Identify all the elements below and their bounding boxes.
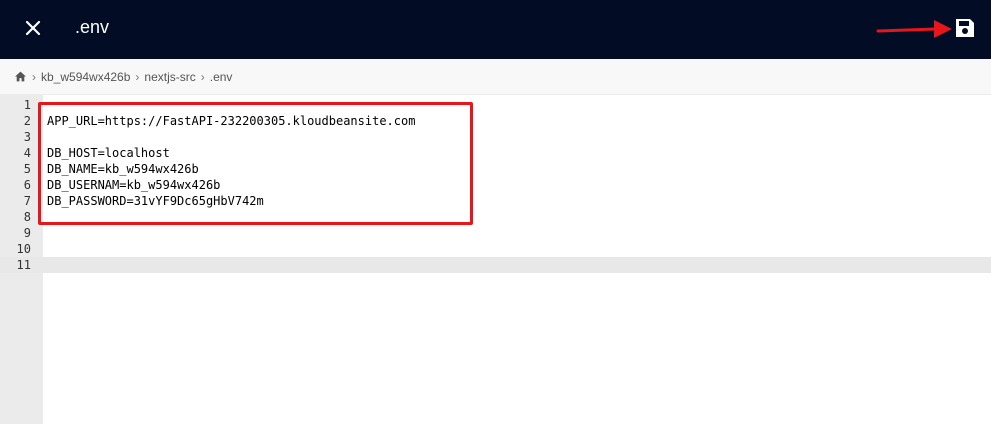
line-content[interactable]: DB_NAME=kb_w594wx426b bbox=[47, 161, 199, 177]
line-number: 2 bbox=[23, 114, 31, 128]
line-number: 3 bbox=[23, 130, 31, 144]
editor-line[interactable]: 2 APP_URL=https://FastAPI-232200305.kloud… bbox=[0, 113, 991, 129]
breadcrumb-item-file[interactable]: .env bbox=[210, 70, 233, 84]
breadcrumb-item-folder[interactable]: nextjs-src bbox=[144, 70, 195, 84]
line-content[interactable]: DB_USERNAM=kb_w594wx426b bbox=[47, 177, 220, 193]
editor-line[interactable]: 7 DB_PASSWORD=31vYF9Dc65gHbV742m bbox=[0, 193, 991, 209]
line-number: 7 bbox=[23, 194, 31, 208]
code-editor[interactable]: 1 2 APP_URL=https://FastAPI-232200305.klou… bbox=[0, 95, 991, 424]
line-number: 8 bbox=[23, 210, 31, 224]
editor-line[interactable]: 6 DB_USERNAM=kb_w594wx426b bbox=[0, 177, 991, 193]
line-number: 5 bbox=[23, 162, 31, 176]
home-button[interactable] bbox=[14, 70, 27, 83]
editor-line[interactable]: 11 bbox=[0, 257, 991, 273]
line-content[interactable]: DB_HOST=localhost bbox=[47, 145, 170, 161]
breadcrumb: › kb_w594wx426b › nextjs-src › .env bbox=[0, 59, 991, 95]
editor-line[interactable]: 8 bbox=[0, 209, 991, 225]
editor-header: .env bbox=[0, 0, 991, 59]
floppy-disk-icon bbox=[956, 19, 974, 37]
file-title: .env bbox=[75, 17, 110, 37]
line-number: 10 bbox=[16, 242, 31, 256]
arrow-pointer-icon bbox=[876, 20, 952, 38]
line-content[interactable]: APP_URL=https://FastAPI-232200305.kloudb… bbox=[47, 113, 415, 129]
close-icon bbox=[25, 20, 41, 36]
editor-line[interactable]: 10 bbox=[0, 241, 991, 257]
line-number: 6 bbox=[23, 178, 31, 192]
editor-line[interactable]: 5 DB_NAME=kb_w594wx426b bbox=[0, 161, 991, 177]
line-number: 11 bbox=[16, 258, 31, 272]
editor-line[interactable]: 4 DB_HOST=localhost bbox=[0, 145, 991, 161]
chevron-right-icon: › bbox=[32, 69, 36, 84]
line-number: 9 bbox=[23, 226, 31, 240]
chevron-right-icon: › bbox=[135, 69, 140, 84]
home-icon bbox=[15, 71, 26, 82]
line-content[interactable]: DB_PASSWORD=31vYF9Dc65gHbV742m bbox=[47, 193, 264, 209]
line-number: 1 bbox=[23, 98, 31, 112]
breadcrumb-item-project[interactable]: kb_w594wx426b bbox=[41, 70, 130, 84]
editor-line[interactable]: 1 bbox=[0, 97, 991, 113]
save-button[interactable] bbox=[953, 16, 977, 40]
line-number: 4 bbox=[23, 146, 31, 160]
close-button[interactable] bbox=[21, 16, 45, 40]
editor-line[interactable]: 3 bbox=[0, 129, 991, 145]
chevron-right-icon: › bbox=[200, 69, 205, 84]
editor-line[interactable]: 9 bbox=[0, 225, 991, 241]
